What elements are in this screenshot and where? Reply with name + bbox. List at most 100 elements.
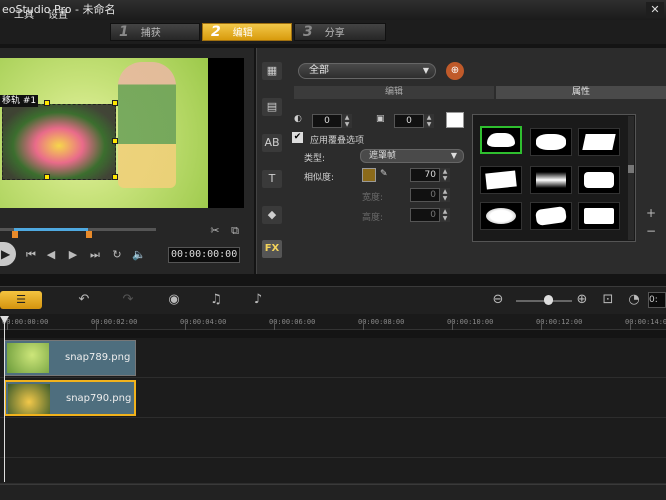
chevron-down-icon: ▼ <box>450 151 457 160</box>
fit-project-icon[interactable]: ⊡ <box>598 292 618 308</box>
apply-overlay-label: 应用覆叠选项 <box>310 136 365 146</box>
border-color-swatch[interactable] <box>446 112 464 128</box>
trim-selection <box>14 228 88 231</box>
category-dropdown[interactable]: 全部 ▼ <box>298 63 436 79</box>
audio-track <box>0 458 666 484</box>
previous-frame-icon[interactable]: ◀ <box>44 248 58 262</box>
gallery-scroll-thumb[interactable] <box>628 165 634 173</box>
title-text-icon[interactable]: AB <box>262 134 282 152</box>
undo-icon[interactable]: ↶ <box>74 292 94 308</box>
ruler-tick <box>7 324 8 330</box>
tab-edit[interactable]: 编辑 <box>294 86 494 99</box>
redo-icon[interactable]: ↷ <box>118 292 138 308</box>
playhead-line[interactable] <box>4 316 5 482</box>
gallery-scrollbar[interactable] <box>628 116 634 240</box>
ruler-tick <box>452 324 453 330</box>
mask-thumb-heart[interactable] <box>480 126 522 154</box>
mask-thumb-splash[interactable] <box>530 128 572 156</box>
mask-thumb-parallelogram[interactable] <box>578 128 620 156</box>
mask-thumb-gradient[interactable] <box>530 166 572 194</box>
audio-mixer-icon[interactable]: ♫ <box>206 292 226 308</box>
ruler-tick <box>96 324 97 330</box>
auto-music-icon[interactable]: ♪ <box>248 292 268 308</box>
timeline-clip-selected[interactable]: snap790.png <box>4 380 136 416</box>
ruler-tick-label: 00:00:12:00 <box>536 318 583 326</box>
title-track <box>0 418 666 458</box>
clip-label: snap790.png <box>66 393 132 404</box>
ruler-tick-label: 00:00:08:00 <box>358 318 405 326</box>
zoom-out-icon[interactable]: ⊖ <box>488 292 508 308</box>
ruler-tick <box>541 324 542 330</box>
transparency-field[interactable]: 0 <box>312 114 342 128</box>
resize-handle[interactable] <box>112 174 118 180</box>
resize-handle[interactable] <box>44 174 50 180</box>
overlay-clip-frame[interactable] <box>2 104 116 180</box>
storyboard-view-button[interactable]: ☰ <box>0 291 42 309</box>
graphic-icon[interactable]: ◆ <box>262 206 282 224</box>
timeline-scrollbar[interactable] <box>0 484 666 500</box>
record-capture-icon[interactable]: ◉ <box>164 292 184 308</box>
overlay-track-label: 移轨 #1 <box>0 95 39 107</box>
resize-handle[interactable] <box>44 100 50 106</box>
repeat-icon[interactable]: ↻ <box>110 248 124 262</box>
ruler-tick-label: 00:00:10:00 <box>447 318 494 326</box>
copy-icon[interactable]: ⧉ <box>228 224 242 238</box>
menu-settings[interactable]: 设置 <box>48 6 68 21</box>
width-field[interactable]: 0 <box>410 188 440 202</box>
fx-icon[interactable]: FX <box>262 240 282 258</box>
transition-icon[interactable]: ▤ <box>262 98 282 116</box>
border-icon: ▣ <box>376 114 385 124</box>
media-icon[interactable]: ▦ <box>262 62 282 80</box>
add-mask-button[interactable]: + <box>646 206 656 220</box>
key-color-swatch[interactable] <box>362 168 376 182</box>
scissors-icon[interactable]: ✂ <box>208 224 222 238</box>
border-stepper[interactable]: ▲ ▼ <box>424 114 434 128</box>
apply-overlay-checkbox[interactable]: ✔ <box>292 132 303 143</box>
project-duration-display: 0: <box>648 292 666 308</box>
ruler-tick <box>630 324 631 330</box>
remove-mask-button[interactable]: − <box>646 224 656 238</box>
similarity-stepper[interactable]: ▲ ▼ <box>440 168 450 182</box>
mark-in-handle[interactable] <box>12 231 18 238</box>
width-label: 宽度: <box>362 193 384 203</box>
height-field[interactable]: 0 <box>410 208 440 222</box>
border-field[interactable]: 0 <box>394 114 424 128</box>
width-stepper[interactable]: ▲ ▼ <box>440 188 450 202</box>
step-tab-share[interactable]: 3 分享 <box>294 23 386 41</box>
mask-thumb-oval[interactable] <box>480 202 522 230</box>
transparency-icon: ◐ <box>294 114 302 124</box>
resize-handle[interactable] <box>112 138 118 144</box>
zoom-slider-knob[interactable] <box>544 295 553 305</box>
mask-thumb-rough-edge[interactable] <box>578 166 620 194</box>
height-stepper[interactable]: ▲ ▼ <box>440 208 450 222</box>
go-to-end-icon[interactable]: ⏭ <box>88 248 102 262</box>
text-T-icon[interactable]: T <box>262 170 282 188</box>
mark-out-handle[interactable] <box>86 231 92 238</box>
close-button[interactable]: ✕ <box>646 2 664 18</box>
type-select[interactable]: 遮罩帧 ▼ <box>360 149 464 163</box>
similarity-field[interactable]: 70 <box>410 168 440 182</box>
similarity-label: 相似度: <box>304 173 335 183</box>
timecode-display[interactable]: 00:00:00:00 <box>168 247 240 263</box>
ruler-tick <box>185 324 186 330</box>
resize-handle[interactable] <box>112 100 118 106</box>
go-to-start-icon[interactable]: ⏮ <box>24 248 38 262</box>
timeline-clip[interactable]: snap789.png <box>4 340 136 376</box>
zoom-in-icon[interactable]: ⊕ <box>572 292 592 308</box>
clip-label: snap789.png <box>65 352 131 363</box>
ruler-tick <box>274 324 275 330</box>
mask-thumb-tilted-rect[interactable] <box>480 166 522 194</box>
chevron-down-icon: ▼ <box>422 66 429 75</box>
eyedropper-icon[interactable]: ✎ <box>380 169 388 179</box>
transparency-stepper[interactable]: ▲ ▼ <box>342 114 352 128</box>
menu-tools[interactable]: 工具 <box>14 6 34 21</box>
volume-icon[interactable]: 🔈 <box>132 248 146 262</box>
mask-thumb-torn[interactable] <box>578 202 620 230</box>
options-button[interactable]: ⊕ <box>446 62 464 80</box>
step-tab-capture[interactable]: 1 捕获 <box>110 23 200 41</box>
ruler-tick-label: 00:00:06:00 <box>269 318 316 326</box>
step-tab-edit[interactable]: 2 编辑 <box>202 23 292 41</box>
tab-properties[interactable]: 属性 <box>496 86 666 99</box>
next-frame-icon[interactable]: ▶ <box>66 248 80 262</box>
mask-thumb-brush[interactable] <box>530 202 572 230</box>
